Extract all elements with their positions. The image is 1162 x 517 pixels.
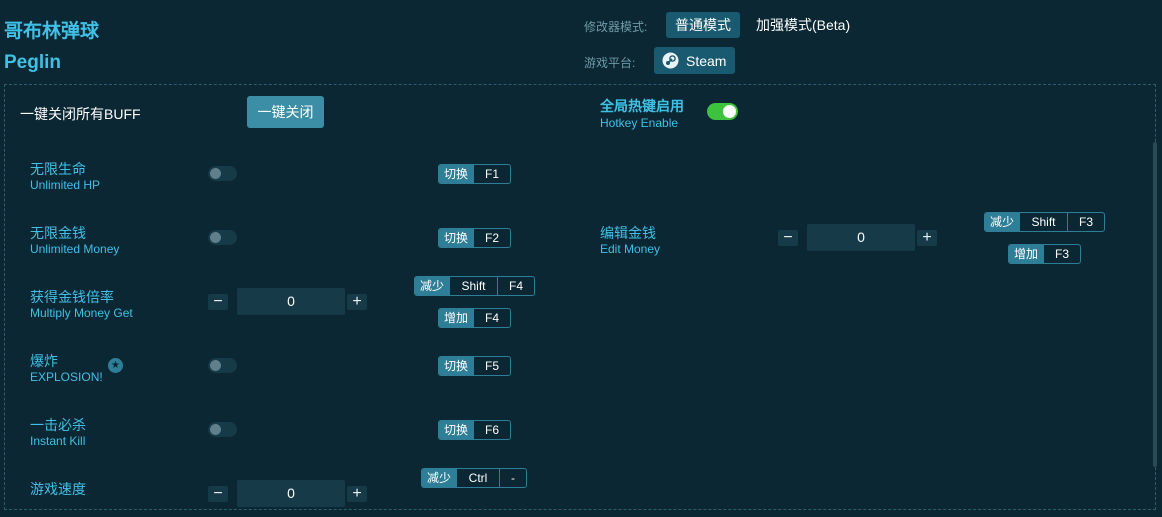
- instant-kill-hotkey[interactable]: 切换 F6: [438, 420, 512, 440]
- hotkey-action: 减少: [415, 277, 450, 295]
- multiply-money-increase-hotkey[interactable]: 增加 F4: [438, 308, 512, 328]
- unlimited-hp-label-en: Unlimited HP: [30, 178, 101, 192]
- hotkey-key: F4: [473, 309, 510, 327]
- hotkey-key: F2: [473, 229, 510, 247]
- instant-kill-toggle[interactable]: [208, 422, 237, 437]
- multiply-money-label-en: Multiply Money Get: [30, 306, 133, 320]
- hotkey-action: 减少: [985, 213, 1020, 231]
- game-speed-decrement-button[interactable]: −: [208, 486, 228, 502]
- game-speed-increment-button[interactable]: +: [347, 486, 367, 502]
- edit-money-decrement-button[interactable]: −: [778, 230, 798, 246]
- mode-label: 修改器模式:: [584, 20, 648, 34]
- game-speed-decrease-hotkey[interactable]: 减少 Ctrl -: [421, 468, 528, 488]
- hotkey-enable-label-en: Hotkey Enable: [600, 116, 679, 130]
- edit-money-label-en: Edit Money: [600, 242, 661, 256]
- multiply-money-value-input[interactable]: 0: [237, 288, 345, 315]
- hotkey-key: F3: [1067, 213, 1104, 231]
- steam-platform-button[interactable]: Steam: [654, 47, 736, 74]
- unlimited-money-hotkey[interactable]: 切换 F2: [438, 228, 512, 248]
- game-title: Peglin: [4, 52, 62, 73]
- unlimited-hp-toggle[interactable]: [208, 166, 237, 181]
- hotkey-enable-label-cn: 全局热键启用: [600, 98, 684, 114]
- hotkey-key: F4: [497, 277, 534, 295]
- hotkey-key: F3: [1043, 245, 1080, 263]
- scrollbar[interactable]: [1153, 142, 1157, 467]
- steam-label: Steam: [686, 52, 727, 69]
- close-all-buff-label: 一键关闭所有BUFF: [20, 106, 141, 122]
- close-all-button[interactable]: 一键关闭: [247, 96, 324, 128]
- edit-money-increment-button[interactable]: +: [917, 230, 937, 246]
- game-speed-controls-clip: − 0 +: [0, 480, 1152, 510]
- instant-kill-label-en: Instant Kill: [30, 434, 86, 448]
- edit-money-label-cn: 编辑金钱: [600, 225, 656, 241]
- multiply-money-decrement-button[interactable]: −: [208, 294, 228, 310]
- normal-mode-button[interactable]: 普通模式: [666, 12, 740, 38]
- platform-label: 游戏平台:: [584, 56, 636, 70]
- unlimited-money-toggle[interactable]: [208, 230, 237, 245]
- hotkey-action: 切换: [439, 421, 474, 439]
- toggle-knob: [723, 105, 736, 118]
- hotkey-action: 切换: [439, 165, 474, 183]
- unlimited-hp-hotkey[interactable]: 切换 F1: [438, 164, 512, 184]
- toggle-knob: [210, 232, 221, 243]
- edit-money-value-input[interactable]: 0: [807, 224, 915, 251]
- game-speed-value-input[interactable]: 0: [237, 480, 345, 507]
- hotkey-action: 增加: [439, 309, 474, 327]
- unlimited-money-label-en: Unlimited Money: [30, 242, 120, 256]
- instant-kill-label-cn: 一击必杀: [30, 417, 86, 433]
- hotkey-modifier: Shift: [449, 277, 497, 295]
- hotkey-modifier: Shift: [1019, 213, 1067, 231]
- hotkey-action: 增加: [1009, 245, 1044, 263]
- explosion-hotkey[interactable]: 切换 F5: [438, 356, 512, 376]
- hotkey-key: F6: [473, 421, 510, 439]
- explosion-label-en: EXPLOSION!: [30, 370, 103, 384]
- hotkey-action: 减少: [422, 469, 457, 487]
- enhanced-mode-button[interactable]: 加强模式(Beta): [747, 12, 859, 38]
- edit-money-increase-hotkey[interactable]: 增加 F3: [1008, 244, 1082, 264]
- app-title: 哥布林弹球: [4, 21, 100, 42]
- unlimited-money-label-cn: 无限金钱: [30, 225, 86, 241]
- steam-icon: [662, 52, 679, 69]
- hotkey-key: -: [499, 469, 526, 487]
- unlimited-hp-label-cn: 无限生命: [30, 161, 86, 177]
- features-panel: [4, 84, 1156, 510]
- edit-money-decrease-hotkey[interactable]: 减少 Shift F3: [984, 212, 1106, 232]
- hotkey-modifier: Ctrl: [456, 469, 499, 487]
- multiply-money-label-cn: 获得金钱倍率: [30, 289, 114, 305]
- toggle-knob: [210, 360, 221, 371]
- hotkey-key: F1: [473, 165, 510, 183]
- explosion-label-cn: 爆炸: [30, 353, 58, 369]
- toggle-knob: [210, 424, 221, 435]
- explosion-toggle[interactable]: [208, 358, 237, 373]
- toggle-knob: [210, 168, 221, 179]
- multiply-money-increment-button[interactable]: +: [347, 294, 367, 310]
- star-icon: ★: [108, 358, 123, 373]
- hotkey-enable-toggle[interactable]: [707, 103, 738, 120]
- hotkey-action: 切换: [439, 357, 474, 375]
- hotkey-key: F5: [473, 357, 510, 375]
- multiply-money-decrease-hotkey[interactable]: 减少 Shift F4: [414, 276, 536, 296]
- hotkey-action: 切换: [439, 229, 474, 247]
